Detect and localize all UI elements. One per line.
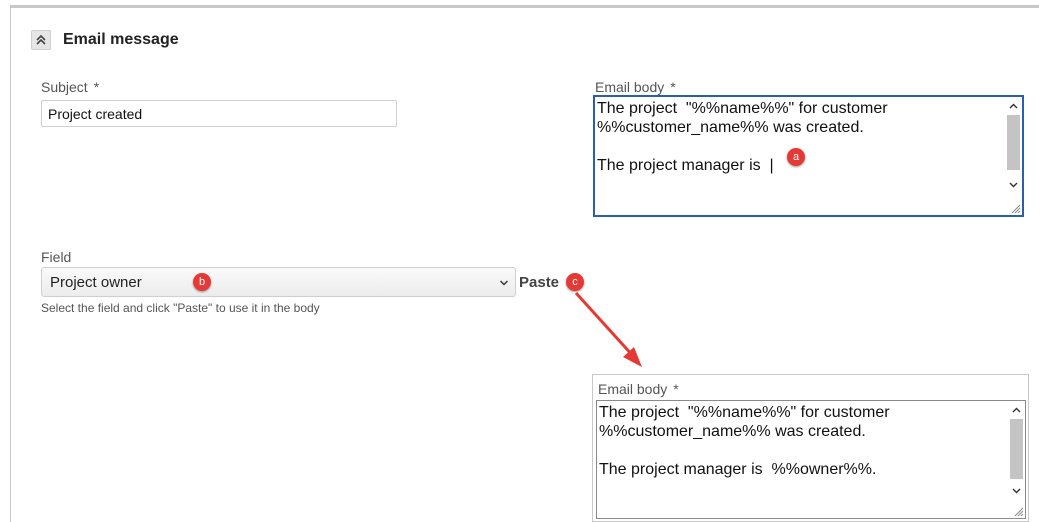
scroll-down-icon[interactable] [1011, 485, 1022, 496]
annotation-badge-a: a [787, 148, 805, 166]
result-body-label: Email body * [598, 381, 679, 397]
scroll-up-icon[interactable] [1008, 101, 1019, 112]
field-select-value: Project owner [50, 274, 142, 291]
email-body-label: Email body * [595, 79, 676, 95]
subject-label-text: Subject [41, 79, 88, 95]
email-body-textarea[interactable]: The project "%%name%%" for customer %%cu… [593, 95, 1024, 217]
body-line: The project "%%name%%" for customer [597, 100, 888, 117]
scroll-thumb[interactable] [1007, 115, 1020, 170]
paste-button[interactable]: Paste [519, 274, 559, 291]
email-body-label-text: Email body [595, 79, 665, 95]
body-line: The project manager is %%owner%%. [599, 461, 877, 478]
textarea-scrollbar[interactable] [1005, 97, 1022, 215]
chevron-down-icon [500, 280, 508, 286]
body-line [599, 441, 999, 460]
body-line: %%customer_name%% was created. [597, 119, 864, 136]
resize-handle-icon[interactable] [1011, 204, 1021, 214]
scroll-up-icon[interactable] [1011, 405, 1022, 416]
required-mark: * [670, 79, 676, 95]
annotation-badge-b: b [193, 273, 211, 291]
subject-value: Project created [48, 106, 143, 122]
field-select[interactable]: Project owner [41, 267, 516, 297]
field-label: Field [41, 249, 72, 265]
annotation-arrow [574, 291, 642, 367]
scroll-down-icon[interactable] [1008, 179, 1019, 190]
result-body-content: The project "%%name%%" for customer %%cu… [599, 403, 999, 479]
collapse-button[interactable] [31, 30, 51, 50]
body-line: %%customer_name%% was created. [599, 423, 866, 440]
result-body-label-text: Email body [598, 381, 668, 397]
resize-handle-icon[interactable] [1014, 507, 1024, 517]
result-body-textarea[interactable]: The project "%%name%%" for customer %%cu… [596, 400, 1026, 519]
body-line: The project "%%name%%" for customer [599, 404, 890, 421]
required-mark: * [673, 381, 679, 397]
subject-input[interactable]: Project created [41, 100, 397, 127]
subject-label: Subject * [41, 79, 99, 95]
field-hint: Select the field and click "Paste" to us… [41, 301, 320, 315]
scroll-thumb[interactable] [1010, 419, 1023, 479]
section-title: Email message [63, 31, 179, 48]
required-mark: * [93, 79, 100, 95]
textarea-scrollbar[interactable] [1008, 401, 1025, 518]
chevrons-up-icon [36, 34, 46, 45]
